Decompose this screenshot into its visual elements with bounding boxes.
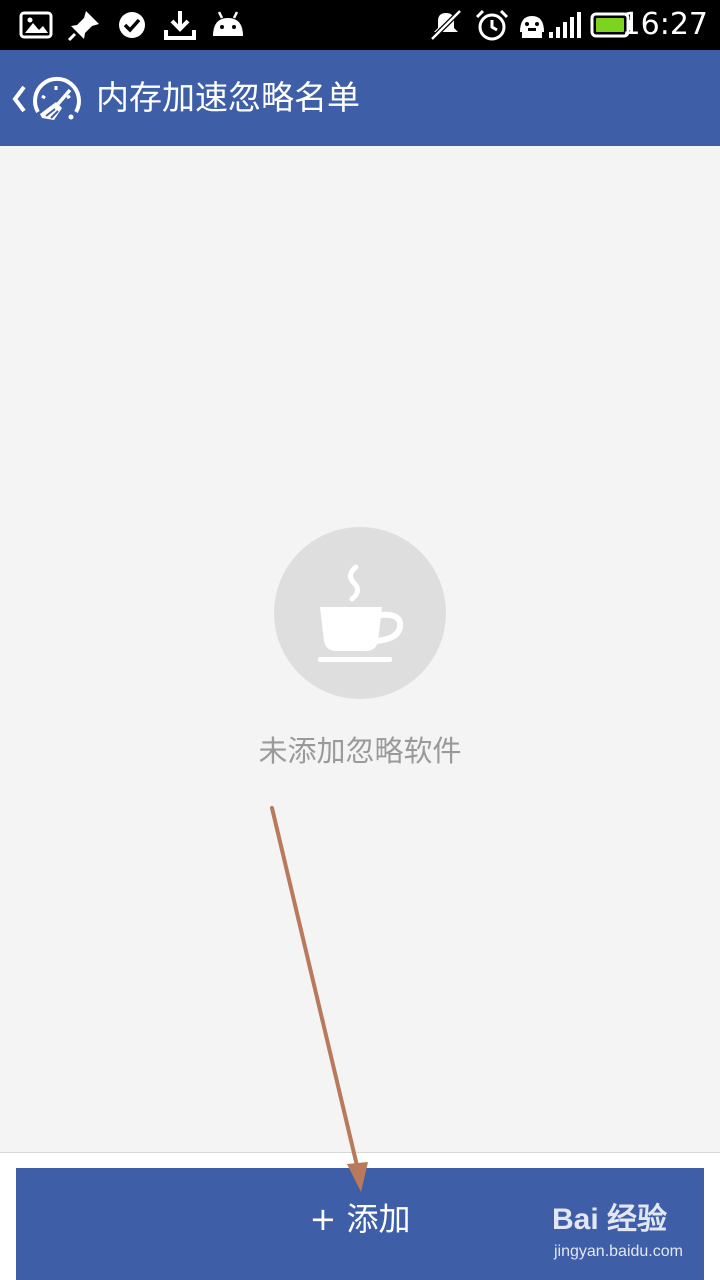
page-title: 内存加速忽略名单 [96,78,360,117]
coffee-cup-icon [274,527,446,699]
title-bar: 内存加速忽略名单 [0,50,720,146]
gallery-icon [18,8,54,42]
alarm-icon [474,8,510,42]
screen: 16:27 内存加速忽略名单 未添加忽略软件 + 添加 Bai 经验 jingy… [0,0,720,1280]
mute-icon [428,8,464,42]
watermark-brand: Bai 经验 [552,1203,668,1236]
chevron-left-icon [12,85,26,113]
empty-state-message: 未添加忽略软件 [258,734,462,768]
usb-debug-icon [514,8,550,42]
broom-speed-icon [33,76,81,120]
status-bar: 16:27 [0,0,720,50]
check-circle-icon [114,8,150,42]
android-icon [210,8,246,42]
back-button[interactable] [6,64,88,132]
signal-icon [546,8,582,42]
watermark-url: jingyan.baidu.com [554,1243,683,1260]
download-icon [162,8,198,42]
baidu-jingyan-watermark: Bai 经验 jingyan.baidu.com [552,1202,712,1268]
pin-icon [66,8,102,42]
status-time: 16:27 [621,7,708,42]
